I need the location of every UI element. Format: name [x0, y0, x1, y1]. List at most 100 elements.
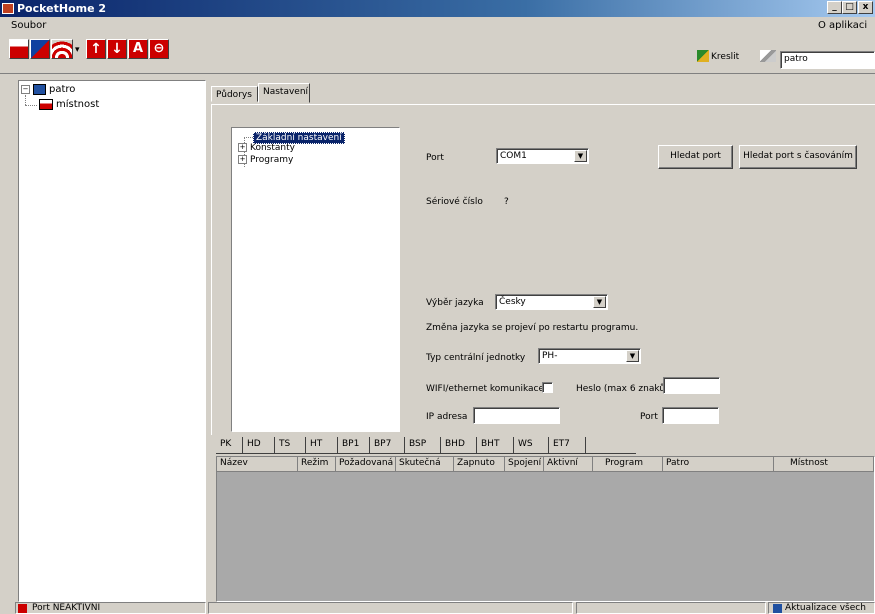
- close-button[interactable]: x: [858, 1, 873, 14]
- tree-line: [244, 137, 253, 138]
- arrow-up-icon: ↑: [87, 40, 105, 58]
- tab-bp1[interactable]: BP1: [338, 437, 370, 453]
- port-label: Port: [426, 153, 444, 163]
- tab-bsp[interactable]: BSP: [405, 437, 441, 453]
- minimize-button[interactable]: _: [827, 1, 842, 14]
- main-tabs: Půdorys Nastavení: [211, 83, 875, 105]
- tab-pudorys[interactable]: Půdorys: [211, 86, 258, 102]
- tree-node-patro[interactable]: − patro: [21, 84, 75, 95]
- update-all-label: Aktualizace všech: [785, 603, 866, 613]
- room-icon: [39, 99, 53, 110]
- language-select[interactable]: Česky ▼: [495, 294, 608, 310]
- language-label: Výběr jazyka: [426, 298, 484, 308]
- tree-label-mistnost: místnost: [56, 99, 100, 110]
- maximize-button[interactable]: □: [842, 1, 857, 14]
- device-table: Název Režim Požadovaná Skutečná Zapnuto …: [216, 456, 875, 602]
- chevron-down-icon[interactable]: ▼: [626, 350, 639, 362]
- arrow-down-icon: ↓: [108, 40, 126, 58]
- update-all-button[interactable]: Aktualizace všech: [768, 602, 875, 614]
- port-select-value: COM1: [500, 151, 527, 161]
- draw-button[interactable]: Kreslit: [711, 52, 739, 62]
- language-note: Změna jazyka se projeví po restartu prog…: [426, 323, 639, 333]
- text-button[interactable]: A: [128, 39, 148, 59]
- tab-hd[interactable]: HD: [243, 437, 275, 453]
- arrow-down-button[interactable]: ↓: [107, 39, 127, 59]
- left-tree-panel: − patro místnost: [18, 80, 206, 602]
- language-select-value: Česky: [499, 297, 526, 307]
- ip-input[interactable]: [473, 407, 560, 424]
- title-bar: PocketHome 2 _ □ x: [0, 0, 875, 17]
- serial-label: Sériové číslo: [426, 197, 483, 207]
- settings-panel: Základní nastavení + Konstanty + Programy …: [211, 104, 875, 435]
- col-zapnuto[interactable]: Zapnuto: [454, 457, 505, 471]
- menu-bar: Soubor O aplikaci: [0, 17, 875, 35]
- floor-search-input[interactable]: patro: [780, 51, 875, 69]
- toolbar: ▾ ↑ ↓ A ⊖ Kreslit patro: [0, 35, 875, 74]
- port-status-icon: [18, 604, 27, 613]
- status-port: Port NEAKTIVNÍ: [15, 602, 206, 614]
- wifi-icon: [52, 40, 72, 58]
- tab-nastaveni[interactable]: Nastavení: [258, 83, 310, 103]
- menu-soubor[interactable]: Soubor: [11, 20, 46, 31]
- wifi-dropdown-icon[interactable]: ▾: [75, 45, 80, 55]
- port-select[interactable]: COM1 ▼: [496, 148, 589, 164]
- wifi-label: WIFI/ethernet komunikace: [426, 384, 545, 394]
- eraser-icon[interactable]: [760, 50, 776, 62]
- expand-icon[interactable]: +: [238, 155, 247, 164]
- password-input[interactable]: [663, 377, 720, 394]
- tab-bp7[interactable]: BP7: [370, 437, 405, 453]
- unit-select[interactable]: PH- ▼: [538, 348, 641, 364]
- col-nazev[interactable]: Název: [217, 457, 298, 471]
- device-tabs: PK HD TS HT BP1 BP7 BSP BHD BHT WS ET7: [216, 437, 636, 454]
- flags-icon: [31, 40, 49, 58]
- tree-label-patro: patro: [49, 84, 76, 95]
- settings-tree-programs-label: Programy: [250, 155, 294, 165]
- find-port-timed-button[interactable]: Hledat port s časováním: [739, 145, 857, 169]
- tab-ht[interactable]: HT: [306, 437, 338, 453]
- col-program[interactable]: Program: [593, 457, 663, 471]
- tab-bhd[interactable]: BHD: [441, 437, 477, 453]
- tab-bht[interactable]: BHT: [477, 437, 514, 453]
- col-mistnost[interactable]: Místnost: [774, 457, 874, 471]
- settings-tree-constants[interactable]: + Konstanty: [238, 143, 295, 153]
- arrow-up-button[interactable]: ↑: [86, 39, 106, 59]
- menu-about[interactable]: O aplikaci: [818, 20, 867, 31]
- update-icon: [773, 604, 782, 613]
- flags-button[interactable]: [30, 39, 50, 59]
- stop-button[interactable]: ⊖: [149, 39, 169, 59]
- settings-tree: Základní nastavení + Konstanty + Programy: [231, 127, 400, 432]
- app-icon: [2, 3, 14, 14]
- col-patro[interactable]: Patro: [663, 457, 774, 471]
- status-middle-2: [576, 602, 766, 614]
- save-floor-button[interactable]: [9, 39, 29, 59]
- tab-et7[interactable]: ET7: [549, 437, 586, 453]
- tab-pk[interactable]: PK: [216, 437, 243, 453]
- pencil-icon: [697, 50, 709, 62]
- port2-input[interactable]: [662, 407, 719, 424]
- password-label: Heslo (max 6 znaků): [576, 384, 669, 394]
- col-pozadovana[interactable]: Požadovaná: [336, 457, 396, 471]
- port2-label: Port: [640, 412, 658, 422]
- expand-icon[interactable]: +: [238, 143, 247, 152]
- status-port-text: Port NEAKTIVNÍ: [32, 603, 101, 613]
- find-port-button[interactable]: Hledat port: [658, 145, 733, 169]
- ip-label: IP adresa: [426, 412, 468, 422]
- tree-line: [25, 105, 37, 107]
- wifi-checkbox[interactable]: [542, 382, 553, 393]
- col-spojeni[interactable]: Spojení: [505, 457, 544, 471]
- chevron-down-icon[interactable]: ▼: [574, 150, 587, 162]
- collapse-icon[interactable]: −: [21, 85, 30, 94]
- col-aktivni[interactable]: Aktivní: [544, 457, 593, 471]
- col-rezim[interactable]: Režim: [298, 457, 336, 471]
- tab-ts[interactable]: TS: [275, 437, 306, 453]
- col-skutecna[interactable]: Skutečná: [396, 457, 454, 471]
- floor-icon: [33, 84, 46, 95]
- unit-select-value: PH-: [542, 351, 558, 361]
- device-panel: PK HD TS HT BP1 BP7 BSP BHD BHT WS ET7 N…: [216, 437, 875, 602]
- tab-ws[interactable]: WS: [514, 437, 549, 453]
- chevron-down-icon[interactable]: ▼: [593, 296, 606, 308]
- tree-node-mistnost[interactable]: místnost: [39, 99, 99, 110]
- status-middle: [208, 602, 573, 614]
- wifi-button[interactable]: [51, 39, 73, 59]
- settings-tree-programs[interactable]: + Programy: [238, 155, 293, 165]
